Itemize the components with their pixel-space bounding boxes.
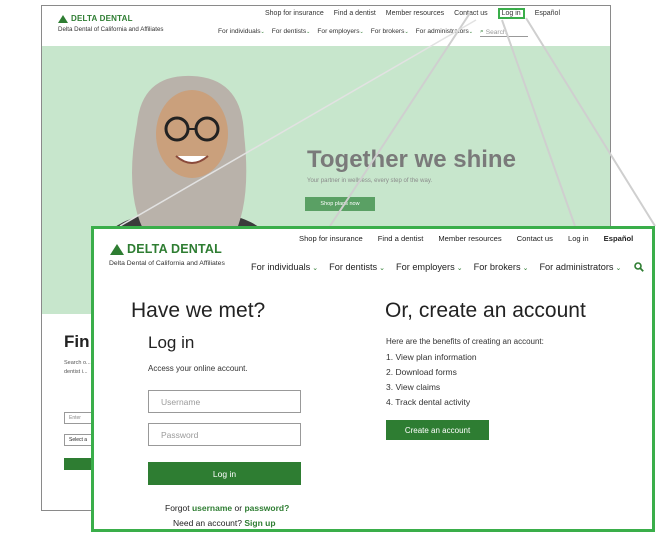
bg-nav-brokers[interactable]: For brokers⌄ [371,28,409,37]
search-icon[interactable] [634,262,645,272]
bg-nav-employers[interactable]: For employers⌄ [317,28,363,37]
bg-util-member[interactable]: Member resources [386,10,444,19]
sign-up-link[interactable]: Sign up [244,518,275,528]
benefits-intro: Here are the benefits of creating an acc… [386,337,544,346]
hero-subtitle: Your partner in wellness, every step of … [307,178,433,184]
bg-nav-dentists[interactable]: For dentists⌄ [272,28,311,37]
bg-utility-nav: Shop for insurance Find a dentist Member… [265,8,560,19]
have-we-met-heading: Have we met? [131,299,266,322]
bg-search-field[interactable]: ⌕ Search [479,28,528,37]
bg-logo[interactable]: DELTA DENTAL [58,14,133,23]
util-log-in[interactable]: Log in [568,234,589,243]
forgot-credentials-text: Forgot username or password? [165,503,290,513]
logo-text: DELTA DENTAL [127,242,222,256]
login-callout-panel: DELTA DENTAL Delta Dental of California … [91,226,655,532]
util-espanol[interactable]: Español [604,234,634,243]
nav-for-brokers[interactable]: For brokers ⌄ [474,262,529,272]
search-icon: ⌕ [479,28,484,35]
utility-nav: Shop for insurance Find a dentist Member… [299,234,633,243]
bg-util-find[interactable]: Find a dentist [334,10,376,19]
hero-title: Together we shine [307,146,516,173]
bg-find-heading: Fin [64,332,90,351]
util-shop-insurance[interactable]: Shop for insurance [299,234,363,243]
bg-logo-subtitle: Delta Dental of California and Affiliate… [58,26,164,33]
benefit-item: 2. Download forms [386,367,457,377]
bg-logo-text: DELTA DENTAL [71,14,133,23]
bg-header: DELTA DENTAL Delta Dental of California … [42,6,610,46]
chevron-down-icon: ⌄ [312,265,319,272]
chevron-down-icon: ⌄ [615,265,622,272]
util-member-resources[interactable]: Member resources [438,234,501,243]
util-contact-us[interactable]: Contact us [517,234,553,243]
bg-util-contact[interactable]: Contact us [454,10,487,19]
username-input[interactable]: Username [148,390,301,413]
bg-nav-individuals[interactable]: For individuals⌄ [218,28,265,37]
chevron-down-icon: ⌄ [456,265,463,272]
bg-util-login[interactable]: Log in [497,8,525,19]
main-nav: For individuals ⌄ For dentists ⌄ For emplo… [251,262,645,272]
nav-for-employers[interactable]: For employers ⌄ [396,262,463,272]
bg-nav-administrators[interactable]: For administrators⌄ [416,28,473,37]
log-in-heading: Log in [148,333,195,352]
delta-dental-logo[interactable]: DELTA DENTAL [110,242,222,256]
delta-logo-icon [58,14,68,23]
need-account-text: Need an account? Sign up [173,518,276,528]
bg-search-placeholder: Search [485,28,507,36]
create-account-button[interactable]: Create an account [386,420,489,440]
delta-logo-icon [110,243,124,255]
benefit-item: 1. View plan information [386,352,477,362]
create-account-heading: Or, create an account [385,299,586,322]
forgot-password-link[interactable]: password? [244,503,289,513]
benefit-item: 4. Track dental activity [386,397,471,407]
logo-subtitle: Delta Dental of California and Affiliate… [109,260,225,267]
bg-main-nav: For individuals⌄ For dentists⌄ For emplo… [218,28,528,37]
util-find-dentist[interactable]: Find a dentist [378,234,424,243]
password-input[interactable]: Password [148,423,301,446]
access-account-text: Access your online account. [148,364,248,373]
nav-for-administrators[interactable]: For administrators ⌄ [539,262,621,272]
bg-util-espanol[interactable]: Español [535,10,560,19]
nav-for-individuals[interactable]: For individuals ⌄ [251,262,318,272]
shop-plans-button[interactable]: Shop plans now [305,197,375,211]
chevron-down-icon: ⌄ [522,265,529,272]
forgot-username-link[interactable]: username [192,503,232,513]
chevron-down-icon: ⌄ [379,265,385,272]
benefit-item: 3. View claims [386,382,441,392]
log-in-button[interactable]: Log in [148,462,301,485]
nav-for-dentists[interactable]: For dentists ⌄ [329,262,385,272]
bg-util-shop[interactable]: Shop for insurance [265,10,324,19]
